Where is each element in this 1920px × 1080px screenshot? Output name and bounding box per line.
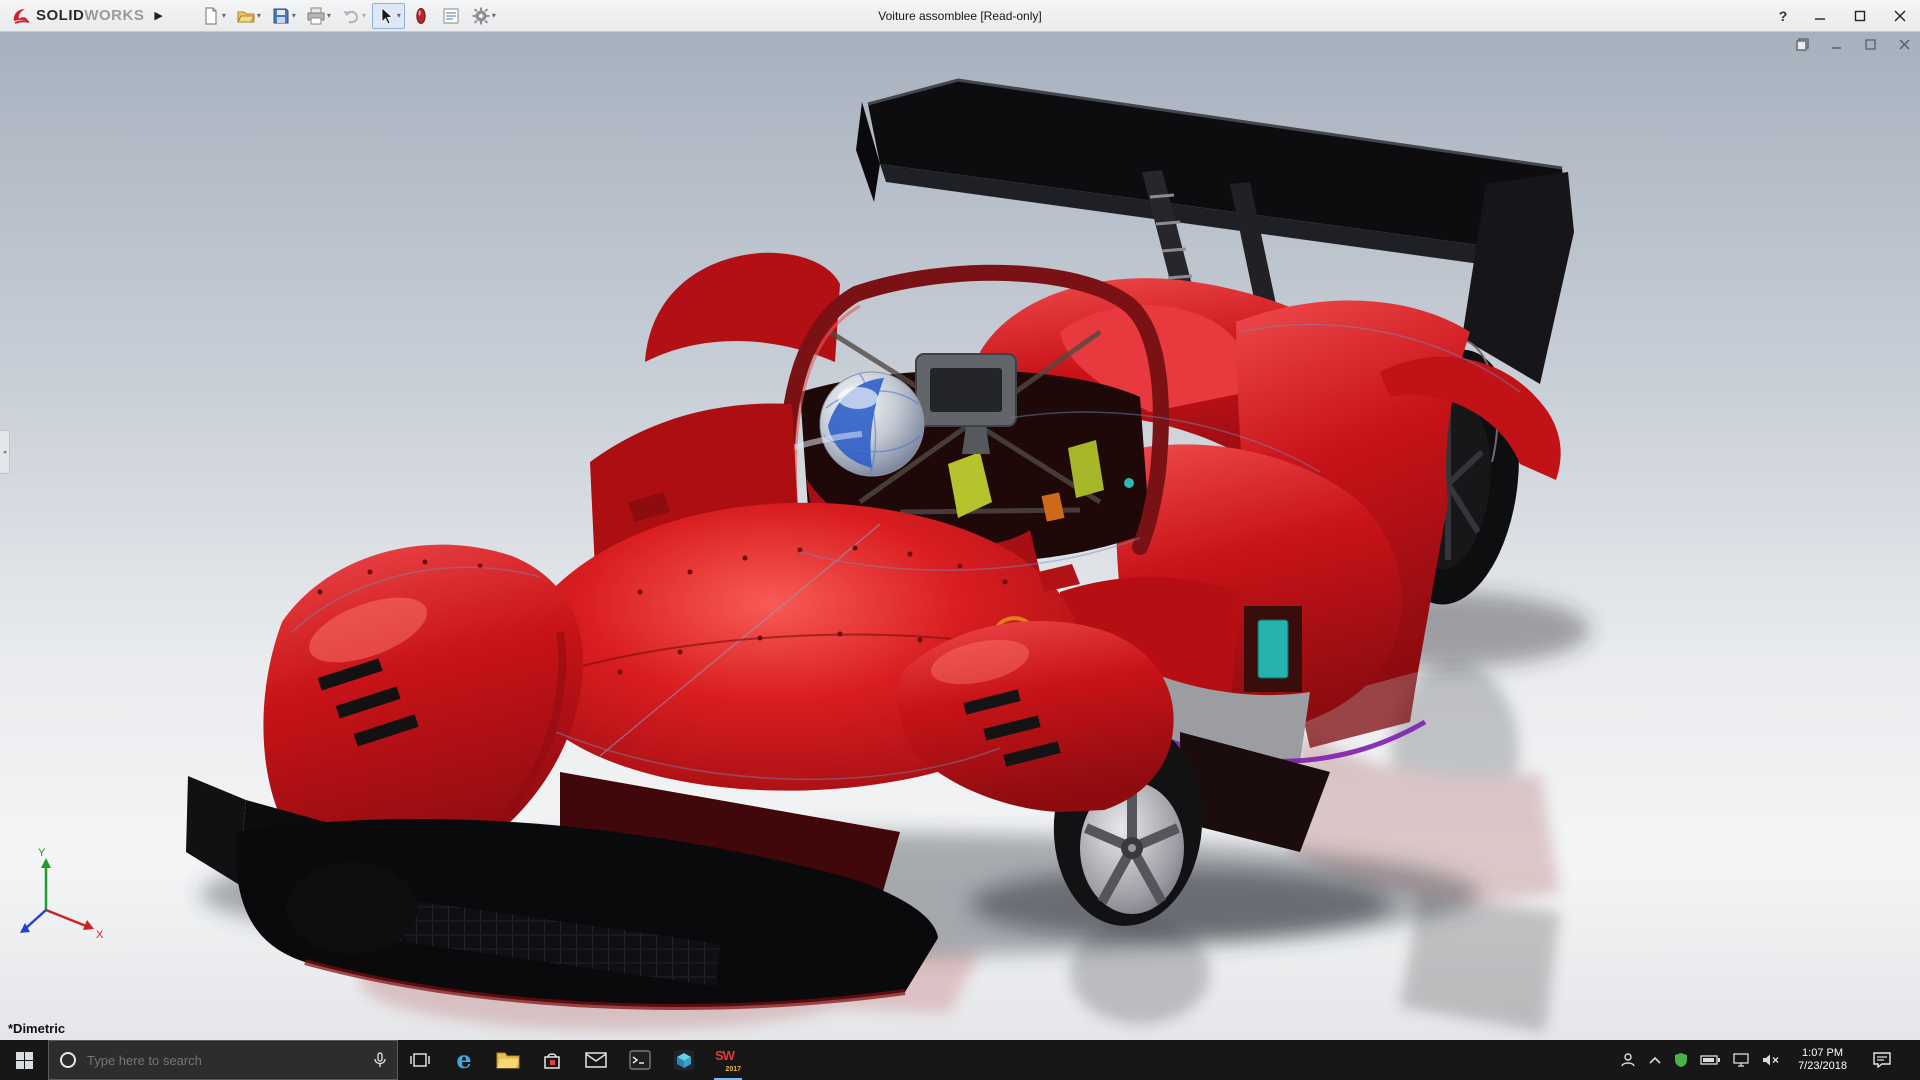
graphics-viewport[interactable]: Y X ◂ *Dimetric <box>0 32 1920 1040</box>
restore-icon <box>1796 38 1809 51</box>
people-button[interactable] <box>1620 1052 1636 1068</box>
new-document-button[interactable]: ▾ <box>197 3 230 29</box>
person-icon <box>1620 1052 1636 1068</box>
cortana-icon <box>59 1051 77 1069</box>
network-status[interactable] <box>1732 1053 1750 1067</box>
cube-viewer-icon <box>673 1049 695 1071</box>
solidworks-2017-icon: SW 2017 <box>715 1047 741 1073</box>
brand-works: WORKS <box>84 7 144 24</box>
close-button[interactable] <box>1880 0 1920 31</box>
dropdown-caret[interactable]: ▾ <box>292 11 296 20</box>
menu-expand-arrow[interactable]: ▶ <box>154 9 162 22</box>
brand-solid: SOLID <box>36 7 84 24</box>
dropdown-caret: ▾ <box>362 11 366 20</box>
action-center-button[interactable] <box>1865 1052 1899 1068</box>
triad-x-label: X <box>96 929 104 941</box>
view-orientation-label: *Dimetric <box>8 1021 65 1036</box>
taskbar-app-store[interactable] <box>530 1040 574 1080</box>
print-button[interactable]: ▾ <box>302 3 335 29</box>
network-ethernet-icon <box>1732 1053 1750 1067</box>
open-folder-icon <box>236 6 256 26</box>
file-explorer-icon <box>496 1050 520 1070</box>
save-floppy-icon <box>271 6 291 26</box>
taskbar-app-edge[interactable]: e <box>442 1040 486 1080</box>
task-view-icon <box>410 1050 430 1070</box>
dropdown-caret[interactable]: ▾ <box>257 11 261 20</box>
action-center-icon <box>1873 1052 1891 1068</box>
options-gear-icon <box>471 6 491 26</box>
dropdown-caret[interactable]: ▾ <box>222 11 226 20</box>
clock-date: 7/23/2018 <box>1798 1060 1847 1073</box>
minimize-icon <box>1830 38 1843 51</box>
quick-access-toolbar: ▾ ▾ ▾ ▾ ▾ <box>197 3 500 29</box>
minimize-button[interactable] <box>1800 0 1840 31</box>
mail-envelope-icon <box>585 1051 607 1069</box>
doc-close-button[interactable] <box>1894 36 1914 52</box>
3d-scene-canvas[interactable]: Y X <box>0 32 1920 1040</box>
printer-icon <box>306 6 326 26</box>
speaker-muted-icon <box>1762 1053 1780 1067</box>
start-button[interactable] <box>0 1040 48 1080</box>
ds-logo-icon <box>10 5 32 27</box>
clock-time: 1:07 PM <box>1798 1047 1847 1060</box>
undo-arrow-icon <box>341 6 361 26</box>
close-icon <box>1898 38 1911 51</box>
taskbar-app-cube-viewer[interactable] <box>662 1040 706 1080</box>
shield-icon <box>1674 1052 1688 1068</box>
defender-status[interactable] <box>1674 1052 1688 1068</box>
title-bar: SOLIDWORKS ▶ ▾ ▾ ▾ <box>0 0 1920 32</box>
windows-logo-icon <box>16 1052 33 1069</box>
edge-icon: e <box>456 1048 471 1072</box>
maximize-icon <box>1864 38 1877 51</box>
red-component-icon <box>411 6 431 26</box>
maximize-button[interactable] <box>1840 0 1880 31</box>
task-view-button[interactable] <box>398 1040 442 1080</box>
taskbar-search[interactable] <box>48 1040 398 1080</box>
undo-button[interactable]: ▾ <box>337 3 370 29</box>
chevron-up-icon <box>1648 1055 1662 1065</box>
store-bag-icon <box>542 1050 562 1070</box>
open-button[interactable]: ▾ <box>232 3 265 29</box>
system-tray: 1:07 PM 7/23/2018 <box>1620 1040 1920 1080</box>
cyan-duct-panel <box>1258 620 1288 678</box>
tray-overflow-button[interactable] <box>1648 1055 1662 1065</box>
taskbar-app-file-explorer[interactable] <box>486 1040 530 1080</box>
battery-status[interactable] <box>1700 1054 1720 1066</box>
feature-tree-collapse-tab[interactable]: ◂ <box>0 430 10 474</box>
triad-y-label: Y <box>38 847 46 859</box>
command-prompt-icon <box>629 1050 651 1070</box>
solidworks-logo: SOLIDWORKS ▶ <box>0 0 173 31</box>
taskbar-app-command-prompt[interactable] <box>618 1040 662 1080</box>
volume-status[interactable] <box>1762 1053 1780 1067</box>
battery-icon <box>1700 1054 1720 1066</box>
front-left-wheel <box>286 862 418 954</box>
dropdown-caret[interactable]: ▾ <box>397 11 401 20</box>
taskbar-app-mail[interactable] <box>574 1040 618 1080</box>
drawing-sheet-icon <box>441 6 461 26</box>
microphone-icon[interactable] <box>373 1052 387 1068</box>
teal-detail <box>1124 478 1134 488</box>
minimize-icon <box>1814 10 1826 22</box>
taskbar-clock[interactable]: 1:07 PM 7/23/2018 <box>1792 1047 1853 1073</box>
new-document-icon <box>201 6 221 26</box>
search-input[interactable] <box>87 1053 363 1068</box>
windows-taskbar: e <box>0 1040 1920 1080</box>
doc-maximize-button[interactable] <box>1860 36 1880 52</box>
taskbar-app-solidworks[interactable]: SW 2017 <box>706 1040 750 1080</box>
doc-minimize-button[interactable] <box>1826 36 1846 52</box>
close-icon <box>1894 10 1906 22</box>
select-tool-button[interactable]: ▾ <box>372 3 405 29</box>
drawing-sheet-button[interactable] <box>437 3 465 29</box>
doc-restore-button[interactable] <box>1792 36 1812 52</box>
select-cursor-icon <box>376 6 396 26</box>
component-button[interactable] <box>407 3 435 29</box>
options-button[interactable]: ▾ <box>467 3 500 29</box>
save-button[interactable]: ▾ <box>267 3 300 29</box>
dropdown-caret[interactable]: ▾ <box>327 11 331 20</box>
maximize-icon <box>1854 10 1866 22</box>
document-window-controls <box>1792 36 1914 52</box>
help-button[interactable]: ? <box>1766 0 1800 31</box>
dropdown-caret[interactable]: ▾ <box>492 11 496 20</box>
